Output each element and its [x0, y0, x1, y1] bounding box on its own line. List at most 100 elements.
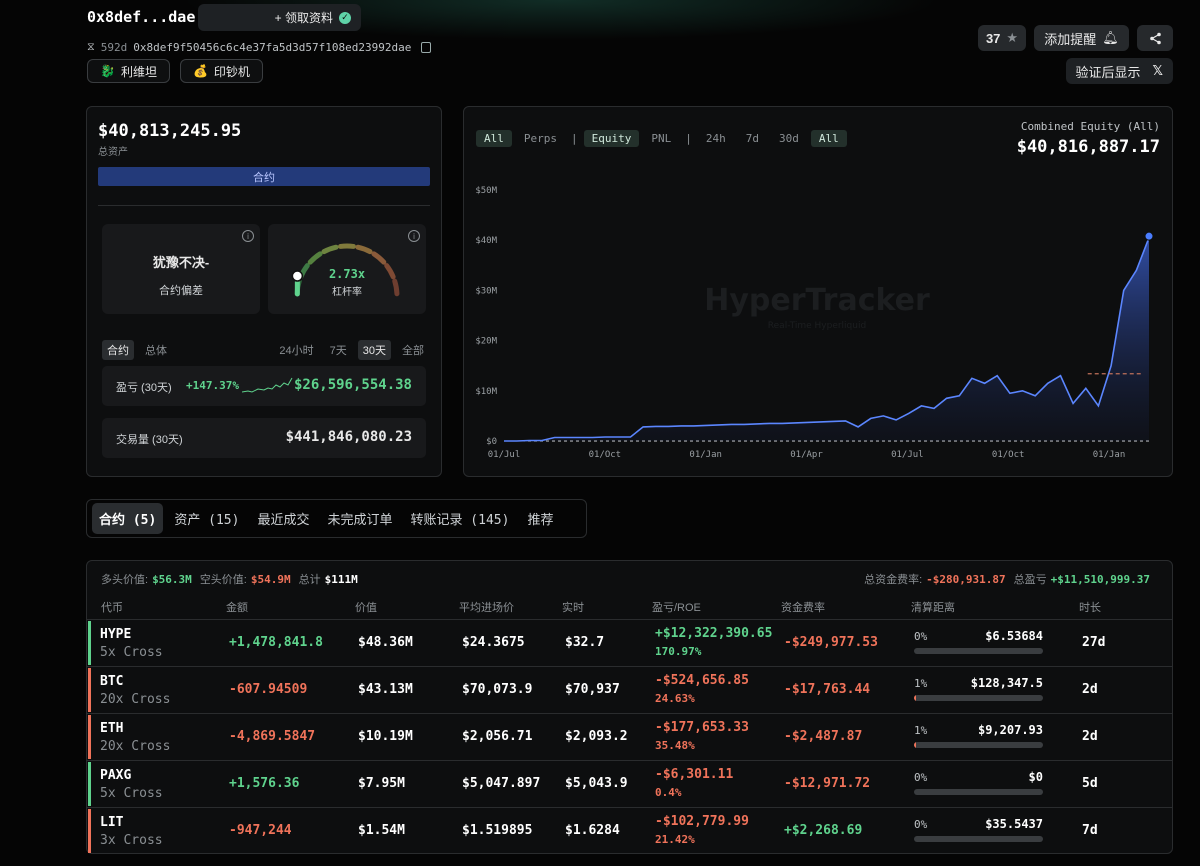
period-24h[interactable]: 24小时 [274, 340, 318, 360]
info-icon[interactable]: i [408, 230, 420, 242]
x-tick-label: 01/Jan [689, 450, 722, 460]
tab-overall[interactable]: 总体 [140, 340, 172, 360]
col-funding[interactable]: 资金费率 [781, 599, 825, 615]
tab-assets[interactable]: 资产 (15) [167, 503, 246, 534]
money-bag-icon: 💰 [192, 64, 208, 78]
position-funding: -$2,487.87 [784, 729, 863, 744]
position-duration: 5d [1082, 776, 1098, 791]
bell-icon: 🔔︎ [1102, 30, 1119, 45]
tab-positions[interactable]: 合约 (5) [92, 503, 164, 534]
y-tick-label: $20M [475, 337, 497, 347]
position-duration: 2d [1082, 729, 1098, 744]
claim-profile-button[interactable]: + 领取资料 ✓ [198, 4, 361, 31]
bias-label: 合约偏差 [159, 285, 203, 297]
position-duration: 2d [1082, 682, 1098, 697]
bias-card: i 犹豫不决- 合约偏差 [102, 224, 260, 314]
coin-symbol[interactable]: HYPE [100, 627, 131, 642]
wallet-address: 0x8def9f50456c6c4e37fa5d3d57f108ed23992d… [133, 40, 412, 54]
share-button[interactable] [1137, 25, 1173, 51]
pnl-label: 盈亏 (30天) [116, 382, 172, 394]
side-indicator [88, 621, 91, 665]
gauge-segment [307, 251, 323, 265]
position-value: $48.36M [358, 635, 413, 650]
position-duration: 27d [1082, 635, 1106, 650]
col-pnl[interactable]: 盈亏/ROE [652, 599, 701, 615]
long-value-stat: 多头价值: $56.3M [101, 571, 192, 587]
col-mark[interactable]: 实时 [562, 599, 584, 615]
funding-stat: 总资金费率: -$280,931.87 [864, 571, 1006, 587]
tab-perps[interactable]: 合约 [102, 340, 134, 360]
verify-show-label: 验证后显示 [1075, 64, 1141, 80]
coin-symbol[interactable]: LIT [100, 815, 123, 830]
add-alert-button[interactable]: 添加提醒 🔔︎ [1034, 25, 1129, 51]
table-header: 代币 金额 价值 平均进场价 实时 盈亏/ROE 资金费率 清算距离 时长 [87, 599, 1172, 615]
period-all[interactable]: 全部 [397, 340, 429, 360]
coin-leverage: 20x Cross [100, 739, 171, 754]
position-roe: 24.63% [655, 692, 695, 705]
tag-label: 印钞机 [213, 64, 250, 79]
volume-stat: 交易量 (30天) $441,846,080.23 [102, 418, 426, 458]
table-row[interactable]: BTC 20x Cross -607.94509 $43.13M $70,073.9 $7… [87, 666, 1172, 713]
star-icon: ★ [1006, 30, 1019, 45]
col-amount[interactable]: 金额 [226, 599, 248, 615]
tag-label: 利维坦 [120, 64, 157, 79]
y-tick-label: $10M [475, 387, 497, 397]
info-icon[interactable]: i [242, 230, 254, 242]
table-row[interactable]: HYPE 5x Cross +1,478,841.8 $48.36M $24.3675 $… [87, 619, 1172, 666]
mark-price: $32.7 [565, 635, 605, 650]
gauge-segment [355, 244, 373, 255]
copy-icon[interactable] [421, 41, 432, 53]
verify-show-button[interactable]: 验证后显示 𝕏 [1065, 58, 1173, 84]
perp-share-bar: 合约 [98, 167, 430, 186]
liquidation-price: $9,207.93 [977, 723, 1043, 737]
liquidation-price: $128,347.5 [970, 676, 1043, 690]
entry-price: $2,056.71 [462, 729, 533, 744]
side-indicator [88, 762, 91, 806]
tab-recent-trades[interactable]: 最近成交 [250, 503, 316, 534]
col-entry[interactable]: 平均进场价 [459, 599, 514, 615]
pnl-stat: 盈亏 (30天) +147.37% $26,596,554.38 [102, 366, 426, 406]
equity-chart[interactable]: HyperTracker Real-Time Hyperliquid $0 $10M $… [464, 107, 1174, 478]
position-roe: 35.48% [655, 739, 695, 752]
period-30d[interactable]: 30天 [357, 340, 391, 360]
col-liquidation[interactable]: 清算距离 [911, 599, 955, 615]
star-button[interactable]: 37 ★ [978, 25, 1026, 51]
short-value-stat: 空头价值: $54.9M [200, 571, 291, 587]
y-tick-label: $0 [486, 437, 497, 447]
col-value[interactable]: 价值 [355, 599, 377, 615]
tag-money-printer[interactable]: 💰 印钞机 [179, 59, 263, 83]
position-funding: -$12,971.72 [784, 776, 871, 791]
coin-symbol[interactable]: ETH [100, 721, 123, 736]
tag-leviathan[interactable]: 🐉 利维坦 [87, 59, 170, 83]
pnl-sparkline [242, 377, 293, 393]
table-row[interactable]: ETH 20x Cross -4,869.5847 $10.19M $2,056.71 $… [87, 713, 1172, 760]
position-pnl: -$177,653.33 [655, 720, 749, 735]
leverage-value: 2.73x [328, 267, 366, 281]
table-row[interactable]: PAXG 5x Cross +1,576.36 $7.95M $5,047.897 $5,… [87, 760, 1172, 807]
equity-chart-card: All Perps | Equity PNL | 24h 7d 30d All … [463, 106, 1173, 477]
hourglass-icon: ⧖ [87, 40, 95, 53]
period-7d[interactable]: 7天 [325, 340, 352, 360]
entry-price: $70,073.9 [462, 682, 533, 697]
liquidation-bar-fill [914, 695, 916, 701]
pnl-value: $26,596,554.38 [293, 377, 412, 393]
coin-leverage: 3x Cross [100, 833, 163, 848]
position-amount: +1,478,841.8 [229, 635, 323, 650]
tab-open-orders[interactable]: 未完成订单 [320, 503, 399, 534]
coin-symbol[interactable]: BTC [100, 674, 123, 689]
table-row[interactable]: LIT 3x Cross -947,244 $1.54M $1.519895 $1.628… [87, 807, 1172, 854]
col-duration[interactable]: 时长 [1079, 599, 1101, 615]
position-amount: -947,244 [229, 823, 292, 838]
position-value: $43.13M [358, 682, 413, 697]
x-tick-label: 01/Oct [992, 450, 1025, 460]
position-amount: -4,869.5847 [229, 729, 316, 744]
coin-symbol[interactable]: PAXG [100, 768, 131, 783]
pnl-percent: +147.37% [186, 379, 239, 392]
chart-watermark-sub: Real-Time Hyperliquid [768, 321, 866, 331]
tab-transfers[interactable]: 转账记录 (145) [403, 503, 516, 534]
liquidation-distance: 0% [914, 771, 928, 784]
mark-price: $5,043.9 [565, 776, 628, 791]
col-coin[interactable]: 代币 [101, 599, 123, 615]
tab-referrals[interactable]: 推荐 [520, 503, 560, 534]
liquidation-distance: 1% [914, 677, 928, 690]
